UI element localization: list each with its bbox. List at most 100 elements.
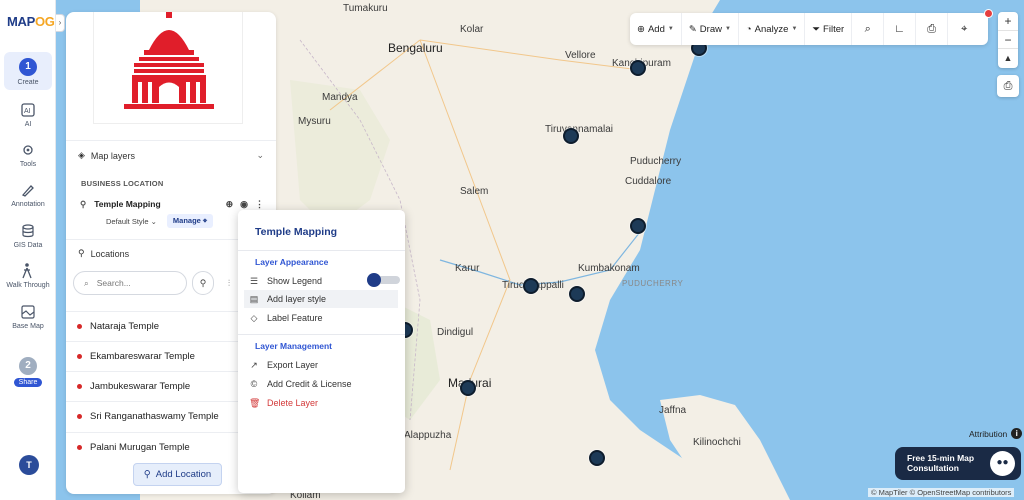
- step-2-icon: 2: [19, 357, 37, 375]
- zoom-controls: + − ▲: [998, 12, 1018, 68]
- search-icon: ⌕: [84, 277, 89, 288]
- printer-icon: ⎙: [927, 22, 937, 35]
- layer-row[interactable]: ⚲ Temple Mapping ⊕ ◉ ⋮: [80, 194, 264, 214]
- pie-chart-icon: ◔: [745, 23, 752, 35]
- map-label: Vellore: [565, 50, 596, 61]
- ruler-icon: ∟: [894, 23, 906, 35]
- left-rail: MAPOG 1 Create AI AI Tools Annotation GI…: [0, 0, 56, 500]
- delete-layer-item[interactable]: 🗑 Delete Layer: [244, 394, 398, 412]
- red-dot-icon: [77, 354, 82, 359]
- temple-marker[interactable]: [460, 380, 476, 396]
- red-dot-icon: [77, 445, 82, 450]
- rail-item-tools[interactable]: Tools: [4, 141, 52, 168]
- app-logo[interactable]: MAPOG: [7, 14, 55, 29]
- add-menu-button[interactable]: ⊕ Add ▼: [630, 13, 682, 45]
- rail-item-base-map[interactable]: Base Map: [4, 303, 52, 330]
- rail-item-label: Create: [17, 79, 39, 86]
- map-label: Puducherry: [630, 156, 682, 167]
- temple-name: Sri Ranganathaswamy Temple: [90, 411, 219, 422]
- add-layer-style-item[interactable]: ▤ Add layer style: [244, 290, 398, 308]
- temple-marker[interactable]: [630, 60, 646, 76]
- analyze-label: Analyze: [754, 23, 789, 35]
- zoom-in-button[interactable]: +: [998, 12, 1018, 30]
- avatar[interactable]: T: [19, 455, 39, 475]
- map-print-button[interactable]: ⎙: [997, 75, 1019, 97]
- layers-icon: ◈: [78, 150, 85, 160]
- zoom-to-layer-icon[interactable]: ⊕: [226, 199, 234, 210]
- show-legend-toggle[interactable]: [367, 273, 400, 287]
- measure-button[interactable]: ∟: [884, 13, 917, 45]
- attribution-label: Attribution: [969, 428, 1008, 439]
- temple-marker[interactable]: [523, 278, 539, 294]
- divider: [238, 334, 405, 335]
- walk-through-icon: [22, 263, 32, 279]
- caret-down-icon: ▼: [724, 26, 731, 32]
- collapse-panel-button[interactable]: ›: [56, 14, 65, 32]
- location-pin-icon: ⚲: [80, 198, 87, 209]
- compass-button[interactable]: ▲: [998, 48, 1018, 66]
- divider: [238, 250, 405, 251]
- zoom-out-button[interactable]: −: [998, 30, 1018, 48]
- map-label: Jaffna: [659, 405, 687, 416]
- add-credit-item[interactable]: © Add Credit & License: [244, 375, 398, 393]
- base-map-icon: [21, 305, 35, 319]
- filter-settings-button[interactable]: ⫶: [218, 271, 240, 295]
- caret-down-icon: ▼: [667, 26, 674, 32]
- rail-item-ai[interactable]: AI AI: [4, 101, 52, 128]
- red-dot-icon: [77, 324, 82, 329]
- rail-item-share[interactable]: 2 Share: [4, 357, 52, 387]
- notification-badge: [984, 9, 993, 18]
- temple-name: Jambukeswarar Temple: [90, 381, 191, 392]
- layer-management-heading: Layer Management: [255, 341, 332, 351]
- rail-item-walk-through[interactable]: Walk Through: [4, 262, 52, 289]
- map-label: Salem: [460, 186, 489, 197]
- rail-item-create[interactable]: 1 Create: [4, 52, 52, 90]
- locate-button[interactable]: ⚲: [192, 271, 214, 295]
- export-icon: ↗: [250, 359, 258, 370]
- search-button[interactable]: ⌕: [852, 13, 885, 45]
- print-button[interactable]: ⎙: [916, 13, 949, 45]
- map-layers-header[interactable]: ◈ Map layers ⌄: [66, 140, 276, 170]
- add-location-button[interactable]: ⚲ Add Location: [133, 463, 222, 486]
- map-label: Alappuzha: [404, 430, 452, 441]
- pencil-icon: ✎: [688, 23, 697, 35]
- export-layer-label: Export Layer: [267, 360, 319, 370]
- eye-icon[interactable]: ◉: [240, 199, 248, 210]
- sliders-icon: ⫶: [227, 277, 231, 288]
- map-label: PUDUCHERRY: [622, 279, 684, 288]
- temple-name: Palani Murugan Temple: [90, 442, 190, 453]
- more-options-icon[interactable]: ⋮: [255, 199, 264, 210]
- default-style-dropdown[interactable]: Default Style ⌄: [106, 217, 157, 226]
- layer-logo-image: [93, 12, 243, 124]
- chevron-down-icon: ⌄: [256, 150, 264, 160]
- draw-menu-button[interactable]: ✎ Draw ▼: [682, 13, 739, 45]
- analyze-menu-button[interactable]: ◔ Analyze ▼: [739, 13, 806, 45]
- filter-button[interactable]: ⏷ Filter: [805, 13, 853, 45]
- red-dot-icon: [77, 414, 82, 419]
- paint-roller-icon: ▤: [249, 293, 259, 304]
- consultation-banner[interactable]: Free 15-min Map Consultation ●●: [895, 447, 1021, 480]
- export-layer-item[interactable]: ↗ Export Layer: [244, 356, 398, 374]
- show-legend-item[interactable]: ☰ Show Legend: [244, 272, 400, 290]
- step-1-icon: 1: [19, 58, 37, 76]
- layer-name: Temple Mapping: [94, 199, 161, 209]
- search-input[interactable]: ⌕ Search...: [73, 271, 187, 295]
- printer-icon: ⎙: [1003, 80, 1013, 92]
- label-feature-label: Label Feature: [267, 313, 323, 323]
- add-location-label: Add Location: [155, 469, 212, 480]
- attribution-button[interactable]: Attribution i: [969, 428, 1023, 439]
- svg-text:AI: AI: [24, 108, 31, 115]
- temple-marker[interactable]: [630, 218, 646, 234]
- my-location-button[interactable]: ⌖: [948, 13, 980, 45]
- rail-item-annotation[interactable]: Annotation: [4, 181, 52, 208]
- chat-icon[interactable]: ●●: [990, 451, 1015, 476]
- temple-marker[interactable]: [589, 450, 605, 466]
- temple-marker[interactable]: [563, 128, 579, 144]
- label-feature-item[interactable]: ◇ Label Feature: [244, 309, 398, 327]
- rail-item-gis-data[interactable]: GIS Data: [4, 222, 52, 249]
- map-label: Dindigul: [437, 327, 474, 338]
- manage-button[interactable]: Manage ⌖: [166, 214, 214, 228]
- temple-name: Ekambareswarar Temple: [90, 351, 195, 362]
- temple-marker[interactable]: [569, 286, 585, 302]
- location-pin-icon: ⚲: [78, 248, 85, 258]
